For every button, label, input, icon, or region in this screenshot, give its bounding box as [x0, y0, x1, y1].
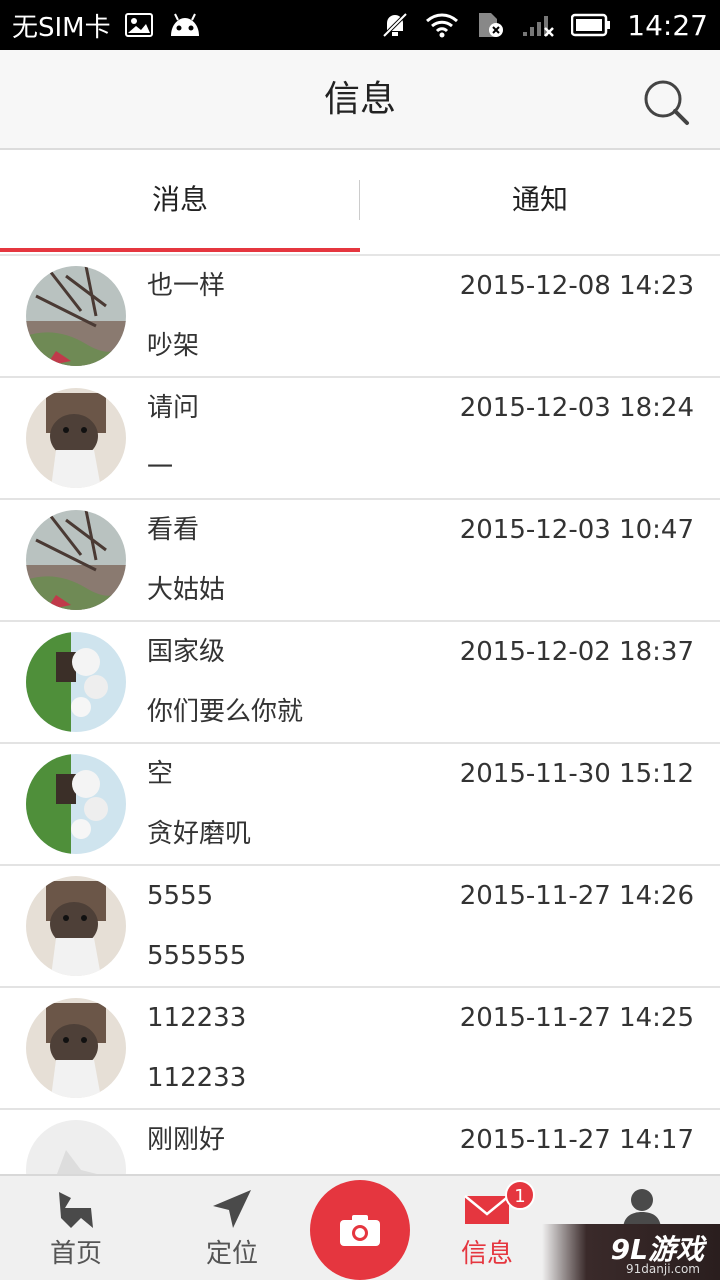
tab-messages[interactable]: 消息	[0, 150, 360, 254]
android-icon	[167, 12, 203, 38]
avatar	[26, 510, 126, 610]
message-preview: 你们要么你就	[147, 697, 304, 727]
search-button[interactable]	[642, 78, 690, 126]
battery-icon	[571, 13, 611, 37]
message-time: 2015-11-27 14:25	[459, 1003, 694, 1033]
avatar	[26, 998, 126, 1098]
status-right: 14:27	[381, 0, 708, 50]
unread-badge: 1	[505, 1180, 535, 1210]
mute-icon	[381, 11, 409, 39]
signal-icon	[521, 12, 555, 38]
message-preview: 大姑姑	[147, 575, 226, 605]
list-item[interactable]: 国家级 2015-12-02 18:37 你们要么你就	[0, 622, 720, 744]
tab-bar: 消息 通知	[0, 150, 720, 256]
message-time: 2015-12-02 18:37	[459, 637, 694, 667]
avatar	[26, 266, 126, 366]
nav-location-label: 定位	[205, 1239, 258, 1269]
location-icon	[213, 1190, 251, 1228]
message-preview: 一	[147, 453, 174, 483]
status-left: 无SIM卡	[12, 0, 203, 50]
contact-name: 也一样	[147, 271, 226, 301]
contact-name: 刚刚好	[147, 1125, 226, 1155]
avatar	[26, 632, 126, 732]
list-item[interactable]: 空 2015-11-30 15:12 贪好磨叽	[0, 744, 720, 866]
wifi-icon	[425, 12, 459, 38]
avatar	[26, 388, 126, 488]
list-item[interactable]: 112233 2015-11-27 14:25 112233	[0, 988, 720, 1110]
tab-active-indicator	[0, 248, 360, 252]
tab-notifications[interactable]: 通知	[360, 150, 720, 254]
contact-name: 请问	[147, 393, 200, 423]
message-time: 2015-12-03 10:47	[459, 515, 694, 545]
carrier-text: 无SIM卡	[12, 12, 111, 43]
message-list[interactable]: 也一样 2015-12-08 14:23 吵架 请问 2015-12-03 18…	[0, 256, 720, 1174]
nav-home-label: 首页	[49, 1239, 102, 1269]
status-time: 14:27	[627, 8, 708, 42]
message-time: 2015-11-30 15:12	[459, 759, 694, 789]
message-time: 2015-12-08 14:23	[459, 271, 694, 301]
nav-home[interactable]: 首页	[4, 1176, 148, 1280]
page-title: 信息	[323, 79, 396, 120]
message-preview: 112233	[147, 1063, 247, 1093]
list-item[interactable]: 请问 2015-12-03 18:24 一	[0, 378, 720, 500]
message-preview: 吵架	[147, 331, 200, 361]
image-icon	[124, 13, 153, 37]
message-time: 2015-12-03 18:24	[459, 393, 694, 423]
nav-messages[interactable]: 信息	[415, 1176, 559, 1280]
avatar	[26, 876, 126, 976]
contact-name: 112233	[147, 1003, 247, 1033]
app-header: 信息	[0, 50, 720, 150]
list-item[interactable]: 刚刚好 2015-11-27 14:17	[0, 1110, 720, 1174]
watermark-logo: 9L游戏 91danji.com	[542, 1224, 720, 1280]
camera-button[interactable]	[310, 1180, 410, 1280]
watermark-sub: 91danji.com	[626, 1262, 700, 1276]
avatar	[26, 1120, 126, 1174]
bottom-nav: 首页 定位 信息 1 9L游戏 91danji.com	[0, 1174, 720, 1280]
message-preview: 贪好磨叽	[147, 819, 252, 849]
home-icon	[59, 1192, 93, 1228]
search-icon	[644, 80, 689, 125]
list-item[interactable]: 看看 2015-12-03 10:47 大姑姑	[0, 500, 720, 622]
sim-error-icon	[475, 11, 505, 39]
contact-name: 看看	[147, 515, 200, 545]
list-item[interactable]: 5555 2015-11-27 14:26 555555	[0, 866, 720, 988]
list-item[interactable]: 也一样 2015-12-08 14:23 吵架	[0, 256, 720, 378]
avatar	[26, 754, 126, 854]
message-time: 2015-11-27 14:17	[459, 1125, 694, 1155]
nav-messages-label: 信息	[460, 1239, 513, 1269]
contact-name: 空	[147, 759, 174, 789]
message-time: 2015-11-27 14:26	[459, 881, 694, 911]
status-bar: 无SIM卡 14:27	[0, 0, 720, 50]
camera-icon	[340, 1215, 380, 1246]
contact-name: 5555	[147, 881, 214, 911]
message-preview: 555555	[147, 941, 247, 971]
contact-name: 国家级	[147, 637, 226, 667]
nav-location[interactable]: 定位	[160, 1176, 304, 1280]
